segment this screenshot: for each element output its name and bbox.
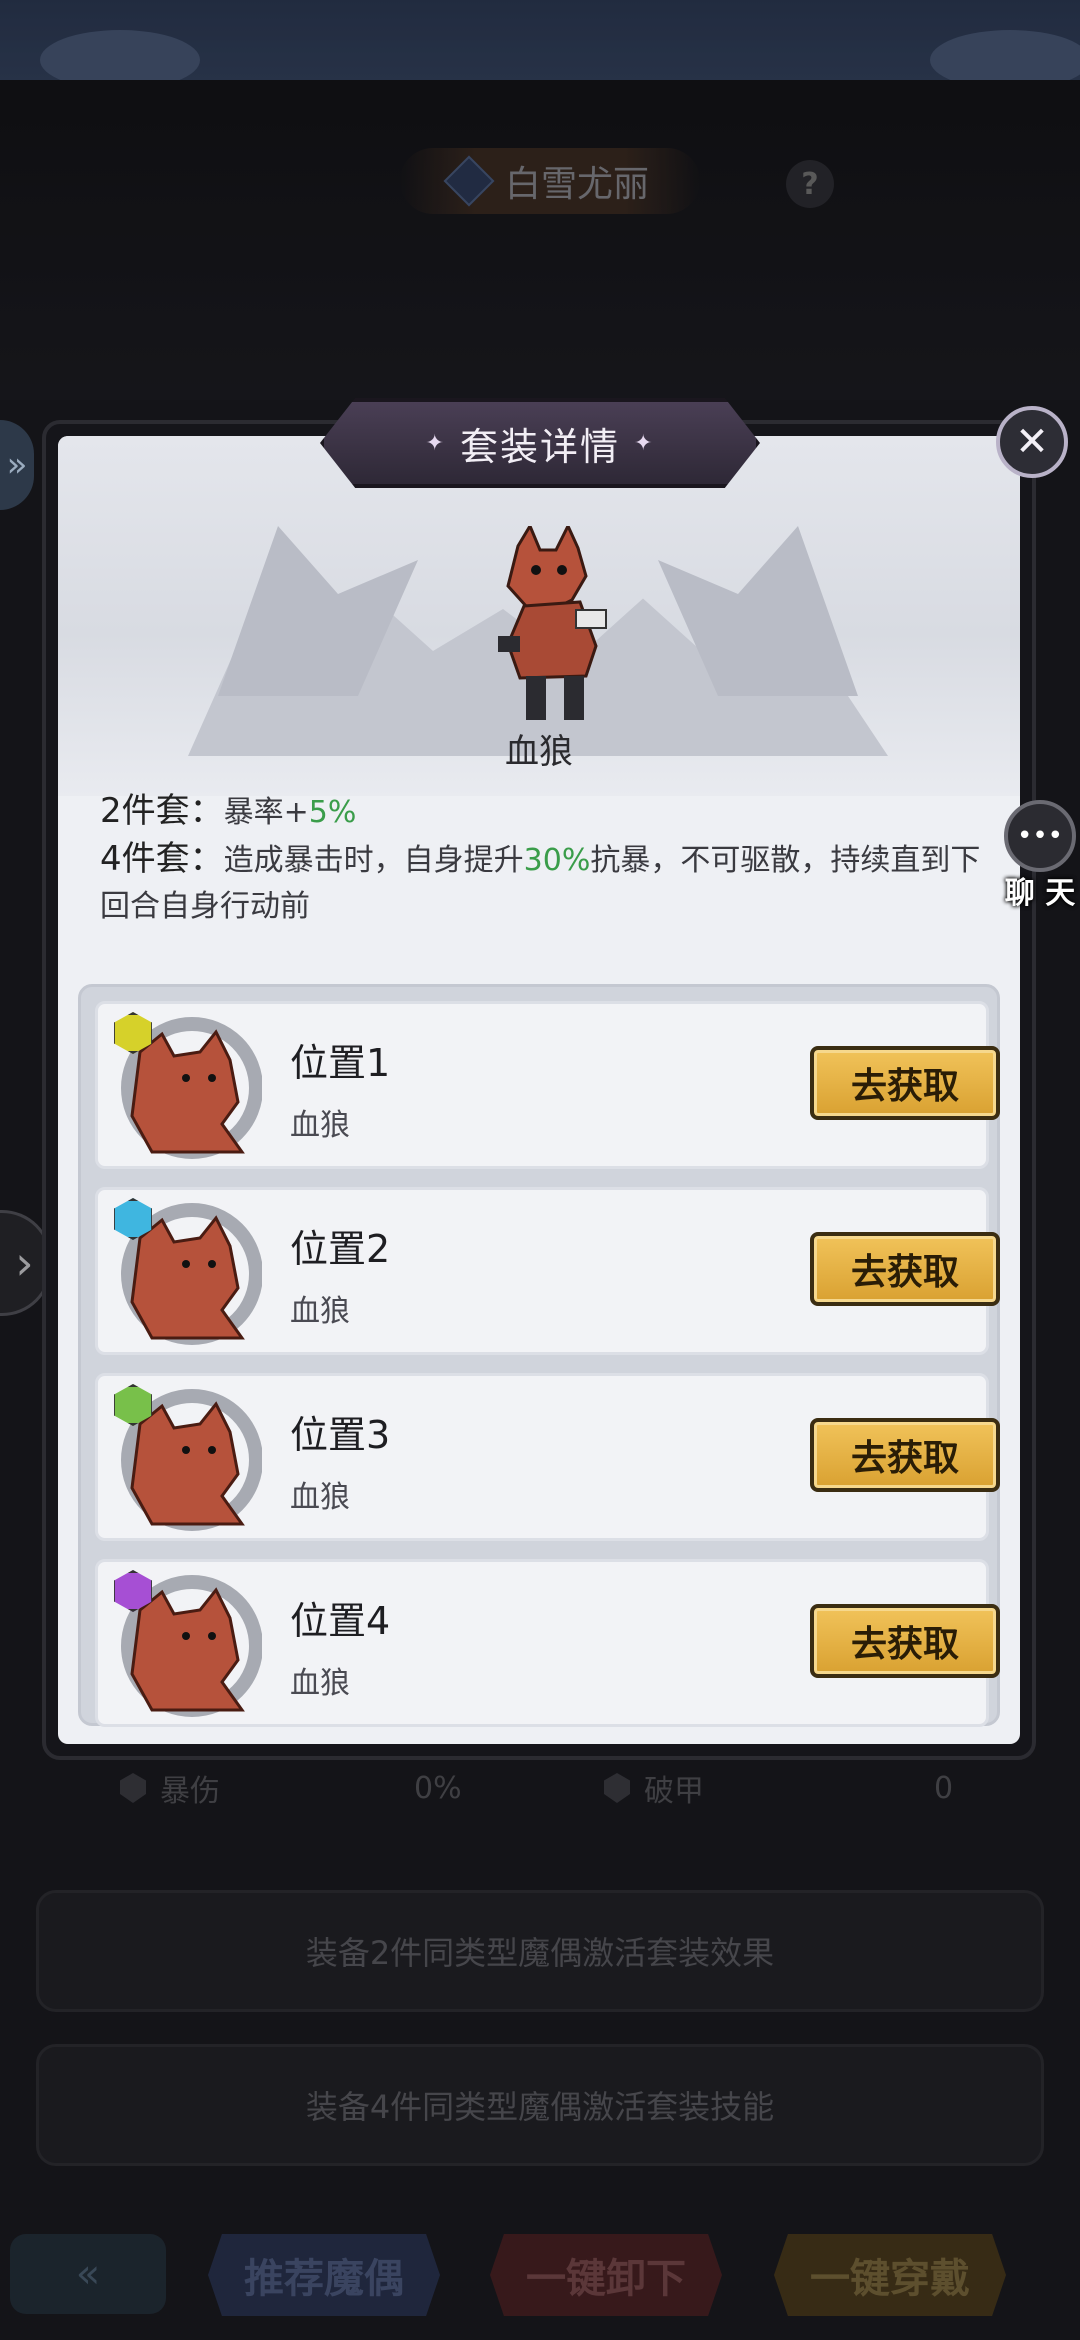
sparkle-icon: ✦ xyxy=(634,430,655,456)
bonus-text: 暴率+ xyxy=(223,795,309,830)
slot-title: 位置1 xyxy=(290,1041,391,1085)
sparkle-icon: ✦ xyxy=(425,430,446,456)
modal-title: 套装详情 xyxy=(459,424,620,469)
slot-title: 位置3 xyxy=(290,1413,391,1457)
slot-row: 位置4 血狼 去获取 xyxy=(95,1559,1000,1727)
go-obtain-button[interactable]: 去获取 xyxy=(810,1046,1000,1120)
close-icon: ✕ xyxy=(1015,419,1049,465)
blood-wolf-doll-icon xyxy=(112,1012,263,1162)
blood-wolf-figure xyxy=(498,526,607,720)
slot-list: 位置1 血狼 去获取 位置2 血狼 去获取 位置3 血狼 去获取 位置4 血狼 … xyxy=(78,984,1000,1727)
bonus-text: 造成暴击时，自身提升 xyxy=(223,843,524,878)
slot-row: 位置1 血狼 去获取 xyxy=(95,1001,1000,1169)
bonus-highlight: 5% xyxy=(308,795,357,830)
slot-title: 位置2 xyxy=(290,1227,391,1271)
bonus-label: 4件套： xyxy=(100,839,224,879)
slot-row: 位置3 血狼 去获取 xyxy=(95,1373,1000,1541)
slot-subtitle: 血狼 xyxy=(290,1480,350,1515)
set-bonus-description: 2件套：暴率+5% 4件套：造成暴击时，自身提升30%抗暴，不可驱散，持续直到下… xyxy=(100,788,1000,930)
bonus-label: 2件套： xyxy=(100,791,224,831)
bonus-4-piece: 4件套：造成暴击时，自身提升30%抗暴，不可驱散，持续直到下回合自身行动前 xyxy=(100,836,1000,930)
bonus-2-piece: 2件套：暴率+5% xyxy=(100,788,1000,836)
bonus-highlight: 30% xyxy=(523,843,591,878)
slot-subtitle: 血狼 xyxy=(290,1666,350,1701)
close-button[interactable]: ✕ xyxy=(996,406,1068,478)
blood-wolf-doll-icon xyxy=(112,1570,263,1720)
set-detail-modal: 血狼 2件套：暴率+5% 4件套：造成暴击时，自身提升30%抗暴，不可驱散，持续… xyxy=(42,420,1036,1760)
blood-wolf-doll-icon xyxy=(112,1384,263,1534)
chat-button[interactable]: ••• 聊 天 xyxy=(1000,800,1080,911)
blood-wolf-doll-icon xyxy=(112,1198,263,1348)
slot-subtitle: 血狼 xyxy=(290,1294,350,1329)
chat-bubble-icon: ••• xyxy=(1004,800,1076,872)
go-obtain-button[interactable]: 去获取 xyxy=(810,1232,1000,1306)
slot-title: 位置4 xyxy=(290,1599,391,1643)
chat-label: 聊 天 xyxy=(1004,876,1076,911)
modal-body: 血狼 2件套：暴率+5% 4件套：造成暴击时，自身提升30%抗暴，不可驱散，持续… xyxy=(58,436,1020,1744)
set-name: 血狼 xyxy=(505,732,573,772)
go-obtain-button[interactable]: 去获取 xyxy=(810,1604,1000,1678)
slot-subtitle: 血狼 xyxy=(290,1108,350,1143)
slot-row: 位置2 血狼 去获取 xyxy=(95,1187,1000,1355)
modal-title-banner: ✦ 套装详情 ✦ xyxy=(320,398,760,488)
go-obtain-button[interactable]: 去获取 xyxy=(810,1418,1000,1492)
